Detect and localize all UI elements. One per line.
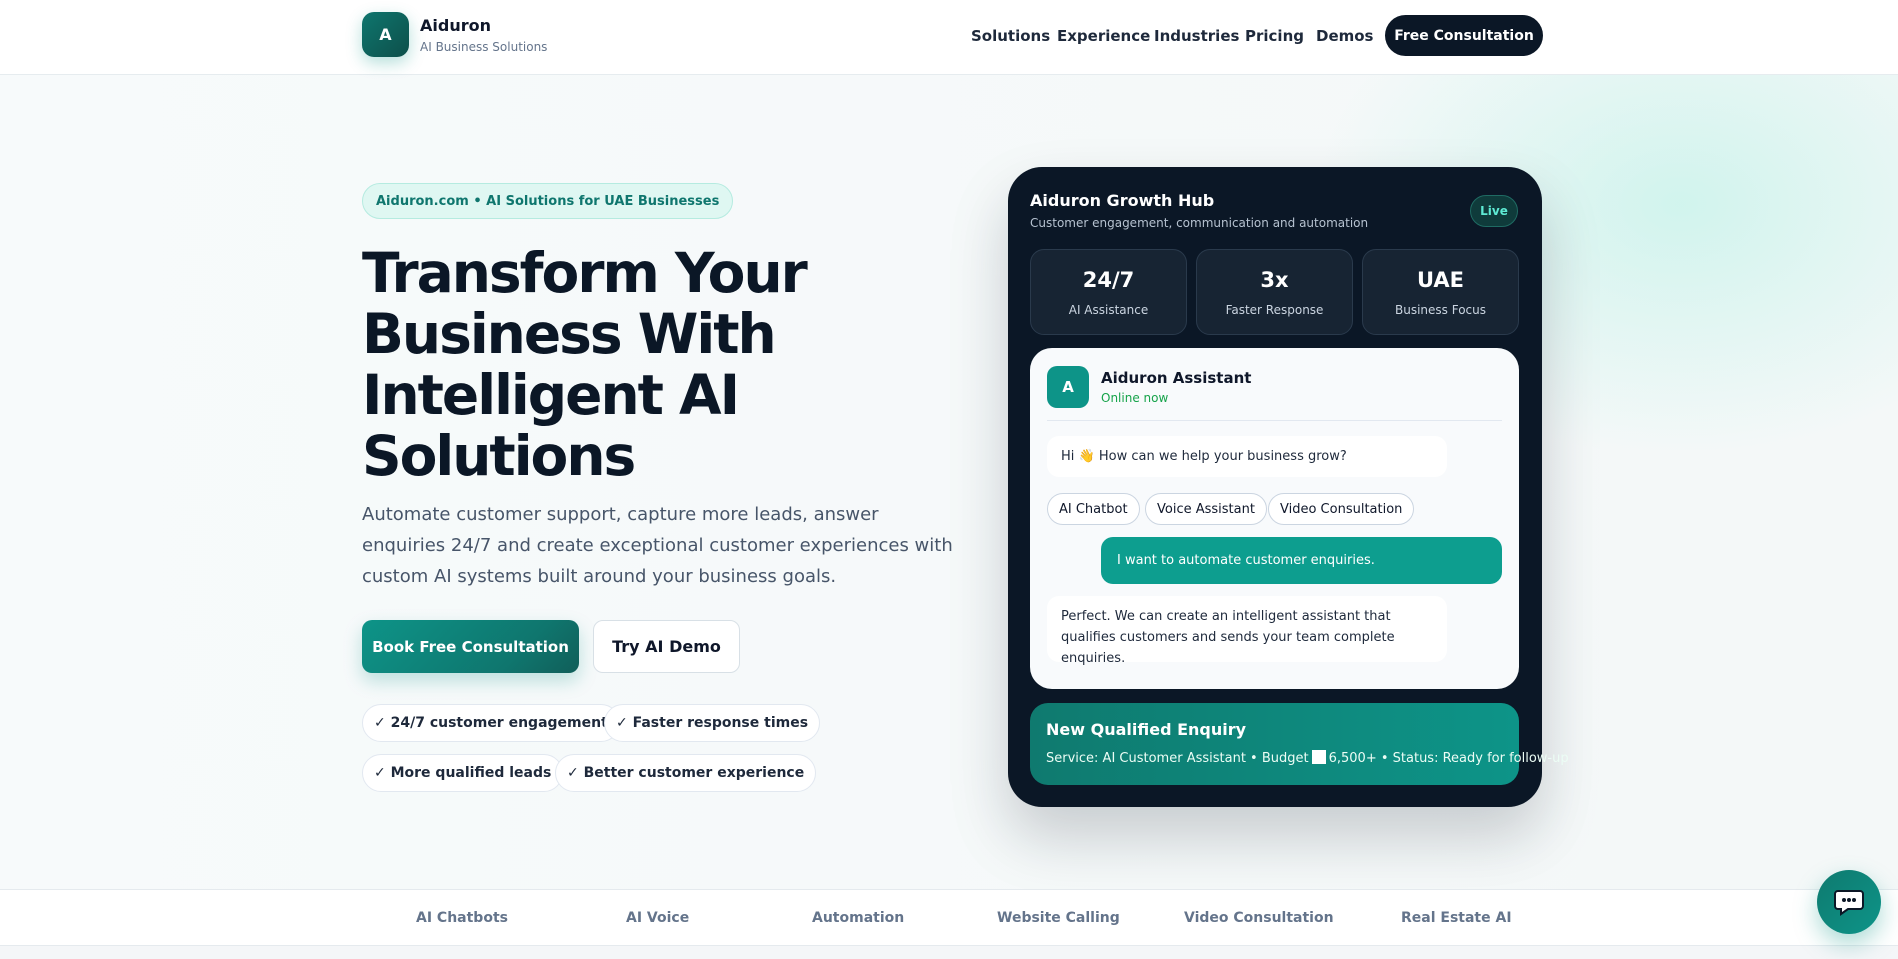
enquiry-text-after: 6,500+ • Status: Ready for follow-up [1328,751,1569,766]
avatar-letter: A [1062,378,1074,396]
headline-line: Solutions [362,424,636,488]
hub-subtitle: Customer engagement, communication and a… [1030,216,1369,230]
benefit-chip: ✓ More qualified leads [362,754,564,792]
enquiry-title: New Qualified Enquiry [1046,720,1247,739]
hero-headline: Transform Your Business With Intelligent… [362,243,882,487]
strip-item-real-estate-ai[interactable]: Real Estate AI [1401,910,1512,926]
next-section-edge [0,946,1898,959]
strip-item-automation[interactable]: Automation [812,910,904,926]
headline-line: Intelligent AI [362,363,740,427]
hub-title: Aiduron Growth Hub [1030,191,1215,210]
brand-name[interactable]: Aiduron [420,16,491,35]
enquiry-details: Service: AI Customer Assistant • Budget 6… [1046,750,1569,766]
brand-tagline: AI Business Solutions [420,40,548,54]
growth-hub-card: Aiduron Growth Hub Customer engagement, … [1008,167,1569,807]
try-demo-button[interactable]: Try AI Demo [593,620,740,673]
stat-value: UAE [1416,268,1464,292]
strip-item-ai-voice[interactable]: AI Voice [626,910,689,926]
chat-bubble-icon [1834,890,1864,916]
stat-card: 3x Faster Response [1196,249,1353,335]
nav-experience[interactable]: Experience [1057,27,1150,45]
assistant-reply: Perfect. We can create an intelligent as… [1047,596,1447,666]
assistant-name: Aiduron Assistant [1101,369,1252,387]
quick-reply-ai-chatbot[interactable]: AI Chatbot [1047,493,1140,525]
chat-window: A Aiduron Assistant Online now Hi 👋 How … [1030,348,1519,689]
headline-line: Business With [362,302,777,366]
stat-card: UAE Business Focus [1362,249,1519,335]
stat-value: 24/7 [1082,268,1135,292]
strip-item-website-calling[interactable]: Website Calling [997,910,1120,926]
quick-reply-voice-assistant[interactable]: Voice Assistant [1145,493,1267,525]
assistant-status: Online now [1101,391,1169,405]
nav-solutions[interactable]: Solutions [971,27,1050,45]
nav-industries[interactable]: Industries [1154,27,1239,45]
stat-card: 24/7 AI Assistance [1030,249,1187,335]
nav-pricing[interactable]: Pricing [1245,27,1304,45]
benefit-chip: ✓ Faster response times [604,704,821,742]
headline-line: Transform Your [362,241,808,305]
greeting-message: Hi 👋 How can we help your business grow? [1047,436,1447,477]
currency-placeholder-icon [1311,750,1326,764]
stat-label: Faster Response [1225,303,1324,317]
book-consultation-button[interactable]: Book Free Consultation [362,620,579,673]
nav-demos[interactable]: Demos [1316,27,1374,45]
strip-item-ai-chatbots[interactable]: AI Chatbots [416,910,508,926]
benefit-chip: ✓ Better customer experience [555,754,817,792]
qualified-enquiry-card: New Qualified Enquiry Service: AI Custom… [1030,703,1569,785]
enquiry-text-before: Service: AI Customer Assistant • Budget [1046,751,1309,766]
stat-label: AI Assistance [1068,303,1149,317]
hero-background [0,74,1898,889]
stat-value: 3x [1260,268,1289,292]
user-message: I want to automate customer enquiries. [1101,537,1502,584]
live-badge: Live [1470,195,1518,227]
logo-icon[interactable]: A [362,12,409,57]
chat-widget-button[interactable] [1817,870,1881,934]
chat-divider [1047,420,1502,421]
stat-label: Business Focus [1394,303,1486,317]
strip-item-video-consultation[interactable]: Video Consultation [1184,910,1334,926]
quick-reply-video-consultation[interactable]: Video Consultation [1268,493,1415,525]
logo-letter: A [379,25,392,44]
site-header: A Aiduron AI Business Solutions Solution… [0,0,1898,75]
hero-badge: Aiduron.com • AI Solutions for UAE Busin… [362,183,734,219]
free-consultation-button[interactable]: Free Consultation [1385,15,1543,56]
solutions-strip: AI Chatbots AI Voice Automation Website … [0,889,1898,946]
benefit-chip: ✓ 24/7 customer engagement [362,704,620,742]
assistant-avatar: A [1047,366,1089,408]
hero-lead: Automate customer support, capture more … [362,504,953,587]
